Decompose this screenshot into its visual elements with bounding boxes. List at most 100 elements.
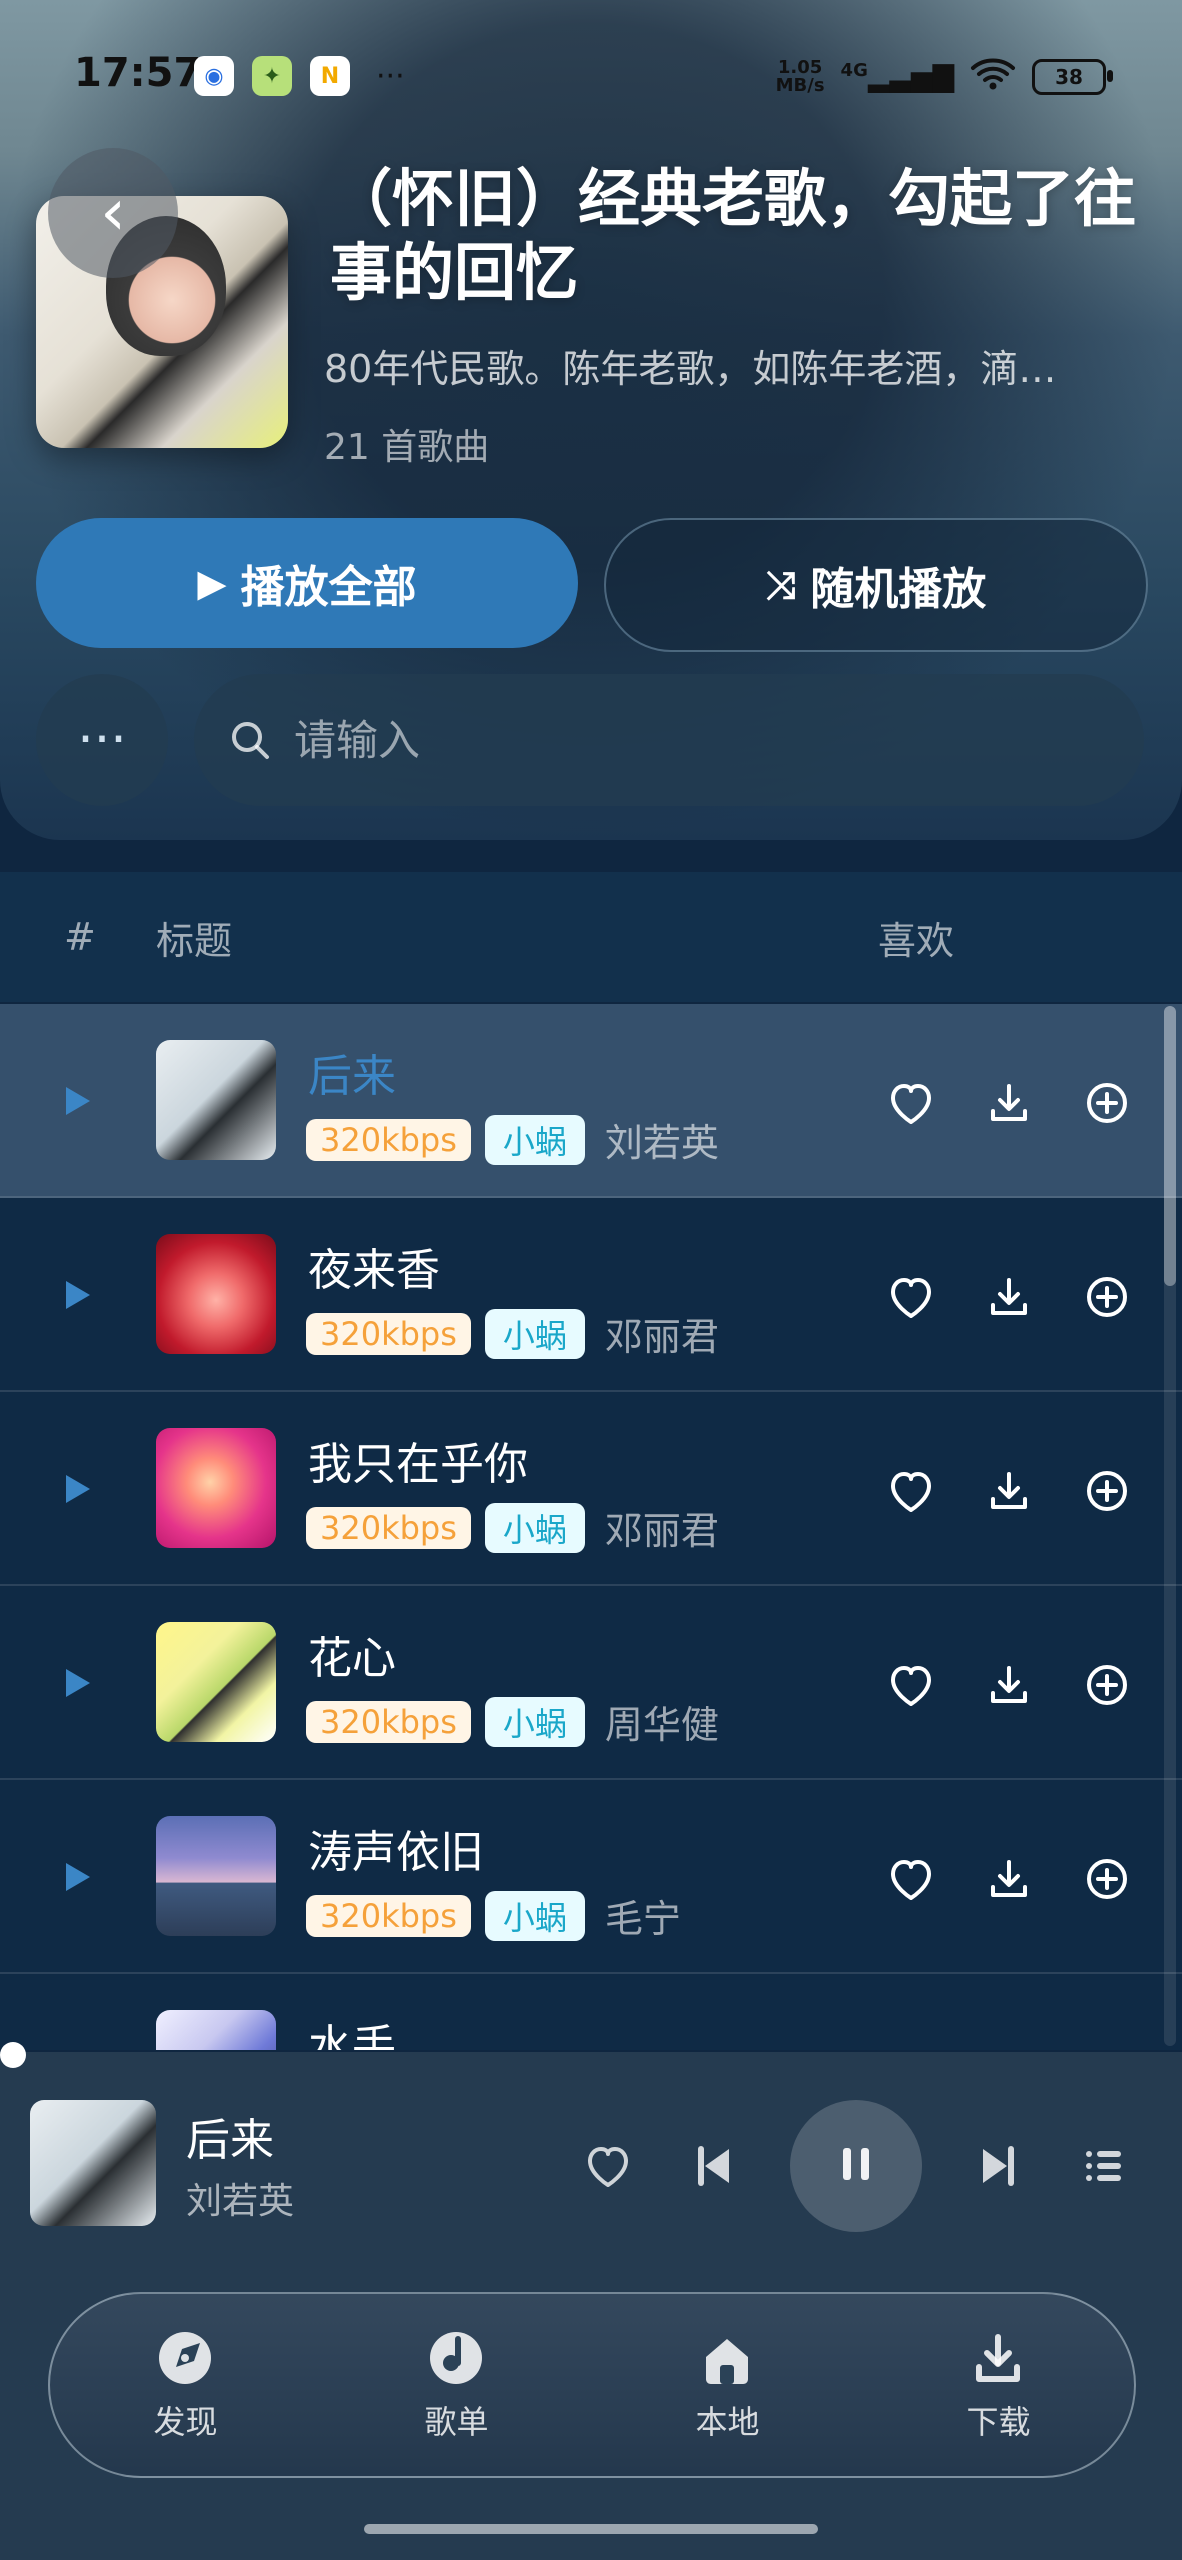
download-icon[interactable]	[982, 1270, 1036, 1324]
source-badge: 小蜗	[484, 1502, 585, 1553]
song-meta: 320kbps 小蜗 邓丽君	[306, 1306, 719, 1361]
play-icon[interactable]	[66, 1475, 90, 1503]
download-icon[interactable]	[982, 1852, 1036, 1906]
play-all-button[interactable]: ▶ 播放全部	[36, 518, 578, 648]
song-list-header: # 标题 喜欢	[0, 872, 1182, 1002]
song-row[interactable]: 花心 320kbps 小蜗 周华健	[0, 1586, 1182, 1780]
now-playing-cover[interactable]	[30, 2100, 156, 2226]
more-options-button[interactable]: ···	[36, 674, 168, 806]
play-all-label: 播放全部	[240, 562, 417, 613]
column-index: #	[64, 915, 96, 959]
chevron-left-icon: ‹	[100, 176, 126, 250]
nav-label: 下载	[966, 2403, 1031, 2441]
home-indicator[interactable]	[364, 2524, 818, 2534]
compass-icon	[154, 2327, 216, 2389]
notification-icons: ◉ ✦ N ···	[194, 56, 405, 96]
source-badge: 小蜗	[484, 1114, 585, 1165]
heart-icon[interactable]	[884, 2046, 938, 2050]
song-actions	[884, 1658, 1134, 1712]
pause-button[interactable]	[790, 2100, 922, 2232]
song-list[interactable]: 后来 320kbps 小蜗 刘若英 夜来香 320kbps 小蜗 邓丽君 我只在…	[0, 1004, 1182, 2050]
play-icon[interactable]	[66, 1669, 90, 1697]
more-horizontal-icon: ···	[77, 710, 127, 770]
song-row[interactable]: 夜来香 320kbps 小蜗 邓丽君	[0, 1198, 1182, 1392]
now-playing-artist[interactable]: 刘若英	[186, 2172, 294, 2224]
pause-icon	[830, 2138, 882, 2194]
app-notification-icon: N	[310, 56, 350, 96]
previous-icon[interactable]	[684, 2136, 744, 2196]
now-playing-title[interactable]: 后来	[186, 2104, 274, 2168]
play-icon[interactable]	[66, 1087, 90, 1115]
heart-icon[interactable]	[884, 1852, 938, 1906]
song-meta: 320kbps 小蜗 毛宁	[306, 1888, 681, 1943]
add-to-playlist-icon[interactable]	[1080, 1270, 1134, 1324]
song-title: 后来	[308, 1051, 396, 1102]
song-artist: 周华健	[604, 1703, 719, 1747]
song-title: 花心	[308, 1633, 396, 1684]
quality-badge: 320kbps	[306, 1312, 471, 1355]
heart-icon[interactable]	[884, 1658, 938, 1712]
download-icon[interactable]	[982, 2046, 1036, 2050]
nav-item-playlists[interactable]: 歌单	[424, 2327, 489, 2443]
search-bar[interactable]	[194, 673, 1144, 807]
download-icon[interactable]	[982, 1658, 1036, 1712]
bottom-nav-container: 发现 歌单 本地 下载	[0, 2286, 1182, 2560]
next-icon[interactable]	[968, 2136, 1028, 2196]
status-right: 1.05 MB/s 4G▂▃▅▇ 38	[776, 56, 1113, 97]
search-input[interactable]	[292, 673, 1144, 807]
song-actions	[884, 1852, 1134, 1906]
song-thumbnail	[156, 1622, 276, 1742]
song-row[interactable]: 水手	[0, 1974, 1182, 2050]
song-row[interactable]: 涛声依旧 320kbps 小蜗 毛宁	[0, 1780, 1182, 1974]
list-scrollbar[interactable]	[1164, 1006, 1176, 2046]
heart-icon[interactable]	[884, 1464, 938, 1518]
now-playing-bar[interactable]: 后来 刘若英	[0, 2042, 1182, 2286]
song-count: 21 首歌曲	[324, 427, 490, 468]
play-icon: ▶	[197, 561, 227, 605]
nav-label: 歌单	[424, 2403, 489, 2441]
disc-icon	[425, 2327, 487, 2389]
song-actions	[884, 1464, 1134, 1518]
song-title: 水手	[308, 2021, 396, 2050]
wifi-icon	[970, 56, 1016, 97]
scrollbar-thumb[interactable]	[1164, 1006, 1176, 1286]
download-icon	[967, 2327, 1029, 2389]
song-row[interactable]: 我只在乎你 320kbps 小蜗 邓丽君	[0, 1392, 1182, 1586]
nav-item-local[interactable]: 本地	[695, 2327, 760, 2443]
song-meta: 320kbps 小蜗 刘若英	[306, 1112, 719, 1167]
playlist-title: （怀旧）经典老歌，勾起了往事的回忆	[330, 162, 1137, 309]
app-notification-icon: ✦	[252, 56, 292, 96]
shuffle-button[interactable]: ⤨ 随机播放	[604, 518, 1148, 652]
add-to-playlist-icon[interactable]	[1080, 1852, 1134, 1906]
search-icon-svg	[232, 722, 269, 759]
nav-label: 本地	[695, 2403, 760, 2441]
playback-progress-thumb[interactable]	[0, 2042, 26, 2068]
play-icon[interactable]	[66, 1863, 90, 1891]
add-to-playlist-icon[interactable]	[1080, 1658, 1134, 1712]
battery-level: 38	[1055, 64, 1083, 89]
source-badge: 小蜗	[484, 1890, 585, 1941]
song-row[interactable]: 后来 320kbps 小蜗 刘若英	[0, 1004, 1182, 1198]
nav-item-discover[interactable]: 发现	[153, 2327, 218, 2443]
bottom-navigation: 发现 歌单 本地 下载	[48, 2292, 1136, 2478]
song-thumbnail	[156, 1040, 276, 1160]
download-icon[interactable]	[982, 1464, 1036, 1518]
heart-icon[interactable]	[884, 1270, 938, 1324]
home-icon	[696, 2327, 758, 2389]
add-to-playlist-icon[interactable]	[1080, 2046, 1134, 2050]
source-badge: 小蜗	[484, 1308, 585, 1359]
add-to-playlist-icon[interactable]	[1080, 1076, 1134, 1130]
song-artist: 邓丽君	[604, 1315, 719, 1359]
song-artist: 刘若英	[604, 1121, 719, 1165]
download-icon[interactable]	[982, 1076, 1036, 1130]
nav-item-downloads[interactable]: 下载	[966, 2327, 1031, 2443]
app-notification-icon: ◉	[194, 56, 234, 96]
heart-icon[interactable]	[578, 2136, 638, 2196]
quality-badge: 320kbps	[306, 1700, 471, 1743]
heart-icon[interactable]	[884, 1076, 938, 1130]
song-meta: 320kbps 小蜗 邓丽君	[306, 1500, 719, 1555]
queue-icon[interactable]	[1074, 2136, 1134, 2196]
play-icon[interactable]	[66, 1281, 90, 1309]
add-to-playlist-icon[interactable]	[1080, 1464, 1134, 1518]
back-button[interactable]: ‹	[48, 148, 178, 278]
